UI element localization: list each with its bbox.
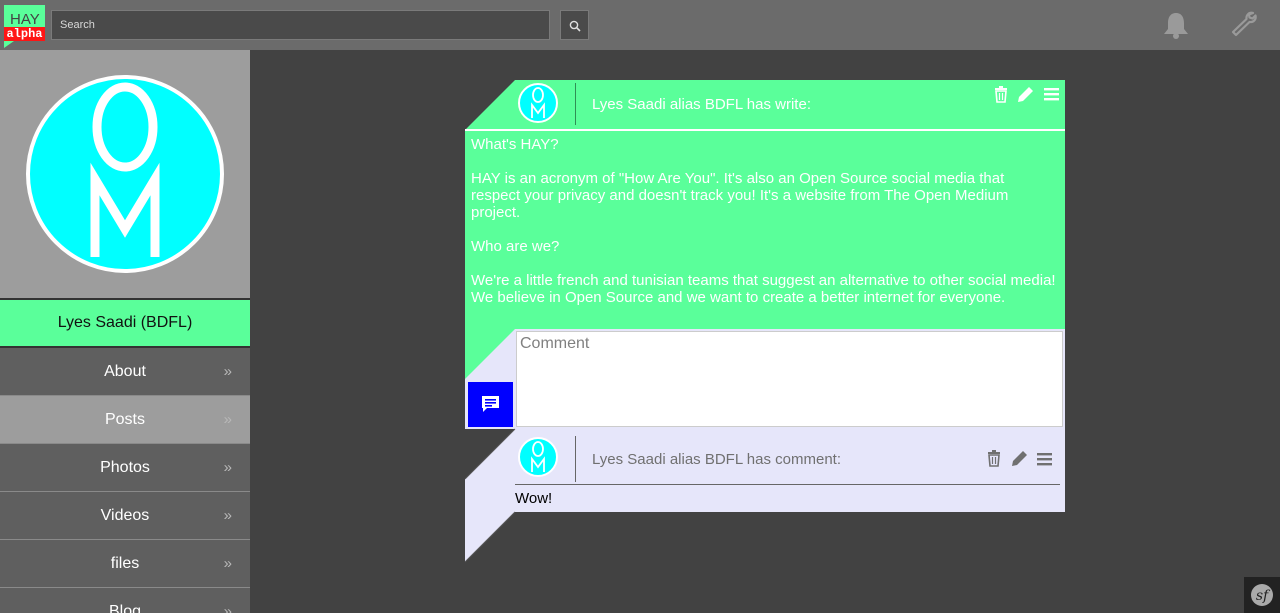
post-paragraph: We're a little french and tunisian teams…	[471, 272, 1056, 306]
comment-delete-button[interactable]	[986, 450, 1002, 467]
pencil-icon	[1012, 451, 1027, 466]
comment-text: Wow!	[515, 490, 553, 507]
post-delete-button[interactable]	[993, 86, 1009, 103]
hamburger-icon	[1044, 88, 1059, 101]
om-logo-icon	[531, 441, 545, 472]
comment-header-divider	[575, 436, 576, 482]
hamburger-icon	[1037, 453, 1052, 466]
post-paragraph: HAY is an acronym of "How Are You". It's…	[471, 170, 1009, 221]
comment-submit-button[interactable]	[468, 382, 513, 427]
trash-icon	[995, 86, 1007, 103]
post-header-rule	[465, 129, 1065, 131]
trash-icon	[988, 450, 1000, 467]
comment-author-avatar[interactable]	[518, 437, 558, 477]
post-menu-button[interactable]	[1044, 87, 1059, 101]
comment-edit-button[interactable]	[1011, 450, 1028, 467]
post-author-line: Lyes Saadi alias BDFL has write:	[592, 96, 811, 113]
debug-toolbar-button[interactable]: sf	[1244, 577, 1280, 613]
comment-menu-button[interactable]	[1037, 452, 1052, 466]
post-author-avatar[interactable]	[518, 83, 558, 123]
symfony-icon: sf	[1251, 584, 1273, 606]
chat-bubble-icon	[482, 396, 499, 412]
post-edit-button[interactable]	[1017, 86, 1034, 103]
post-paragraph: Who are we?	[471, 238, 560, 255]
pencil-icon	[1018, 87, 1033, 102]
post-paragraph: What's HAY?	[471, 136, 559, 153]
comment-input[interactable]	[516, 331, 1063, 427]
post-header-divider	[575, 83, 576, 125]
om-logo-icon	[531, 87, 545, 118]
post-body: What's HAY? HAY is an acronym of "How Are…	[471, 136, 1056, 323]
comment-author-line: Lyes Saadi alias BDFL has comment:	[592, 451, 842, 468]
comment-header-rule	[515, 484, 1060, 485]
